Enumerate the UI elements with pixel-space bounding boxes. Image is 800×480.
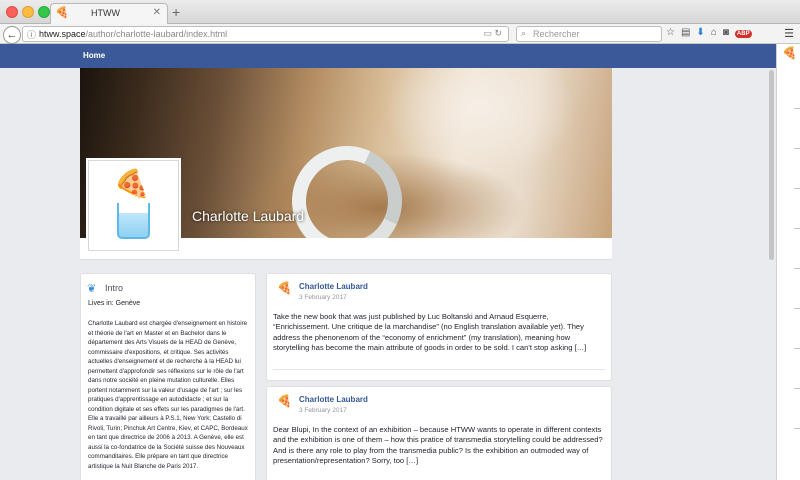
tab-close-icon[interactable]: ✕ xyxy=(153,7,161,18)
pizza-icon: 🍕 xyxy=(111,166,152,205)
post-card: 🍕 Charlotte Laubard 3 February 2017 Take… xyxy=(266,273,612,381)
profile-name[interactable]: Charlotte Laubard xyxy=(192,208,304,224)
search-box[interactable]: ⌕ Rechercher xyxy=(516,26,662,42)
bio-text: Charlotte Laubard est chargée d'enseigne… xyxy=(88,320,248,470)
url-text[interactable]: htww.space/author/charlotte-laubard/inde… xyxy=(39,29,227,39)
adblock-icon[interactable]: ABP xyxy=(734,30,752,38)
pizza-favicon-icon: 🍕 xyxy=(55,7,69,19)
post-text: Dear Blupi, In the context of an exhibit… xyxy=(273,425,603,466)
site-top-bar: Home xyxy=(0,44,776,68)
home-link[interactable]: Home xyxy=(83,51,105,60)
download-icon[interactable]: ⬇ xyxy=(696,27,710,38)
post-date-link[interactable]: 3 February 2017 xyxy=(299,407,347,414)
search-placeholder: Rechercher xyxy=(533,29,580,39)
profile-picture[interactable]: 🍕 xyxy=(88,160,179,251)
back-button[interactable]: ← xyxy=(3,26,21,44)
post-author-link[interactable]: Charlotte Laubard xyxy=(299,282,368,291)
lives-in-text: Lives in: Genève xyxy=(88,300,141,307)
pizza-icon[interactable]: 🍕 xyxy=(782,46,797,60)
scrollbar-thumb[interactable] xyxy=(769,70,774,260)
home-icon[interactable]: ⌂ xyxy=(711,27,723,38)
post-author-link[interactable]: Charlotte Laubard xyxy=(299,395,368,404)
new-tab-button[interactable]: + xyxy=(172,4,180,20)
post-date-link[interactable]: 3 February 2017 xyxy=(299,294,347,301)
pocket-icon[interactable]: ◙ xyxy=(723,27,735,38)
intro-title: Intro xyxy=(105,283,124,293)
post-card: 🍕 Charlotte Laubard 3 February 2017 Dear… xyxy=(266,386,612,480)
close-window-button[interactable] xyxy=(6,6,18,18)
search-icon: ⌕ xyxy=(521,28,527,38)
water-glass-icon xyxy=(117,203,150,239)
info-icon[interactable]: ⓘ xyxy=(27,28,36,41)
author-avatar-icon[interactable]: 🍕 xyxy=(277,281,292,295)
side-panel: 🍕 xyxy=(776,44,800,480)
maximize-window-button[interactable] xyxy=(38,6,50,18)
bookmark-star-icon[interactable]: ☆ xyxy=(666,27,681,38)
url-host: htww.space xyxy=(39,29,86,39)
hamburger-menu-icon[interactable]: ☰ xyxy=(784,27,794,40)
reading-list-icon[interactable]: ▤ xyxy=(681,27,696,38)
browser-toolbar: ← ⓘ htww.space/author/charlotte-laubard/… xyxy=(0,24,800,44)
browser-tab[interactable]: 🍕 HTWW ✕ xyxy=(50,3,168,24)
intro-card: ❦ Intro Lives in: Genève Charlotte Lauba… xyxy=(80,273,256,480)
toolbar-icons: ☆▤⬇⌂◙ ABP xyxy=(666,27,752,38)
url-path: /author/charlotte-laubard/index.html xyxy=(85,29,228,39)
post-divider xyxy=(273,369,605,370)
globe-icon: ❦ xyxy=(87,283,97,295)
browser-titlebar: 🍕 HTWW ✕ + xyxy=(0,0,800,24)
reader-view-icon[interactable]: ▭ ↻ xyxy=(483,28,502,39)
tab-title: HTWW xyxy=(91,8,120,18)
post-text: Take the new book that was just publishe… xyxy=(273,312,587,353)
author-avatar-icon[interactable]: 🍕 xyxy=(277,394,292,408)
address-bar[interactable]: ⓘ htww.space/author/charlotte-laubard/in… xyxy=(22,26,509,42)
minimize-window-button[interactable] xyxy=(22,6,34,18)
page-scrollbar[interactable] xyxy=(768,68,776,480)
